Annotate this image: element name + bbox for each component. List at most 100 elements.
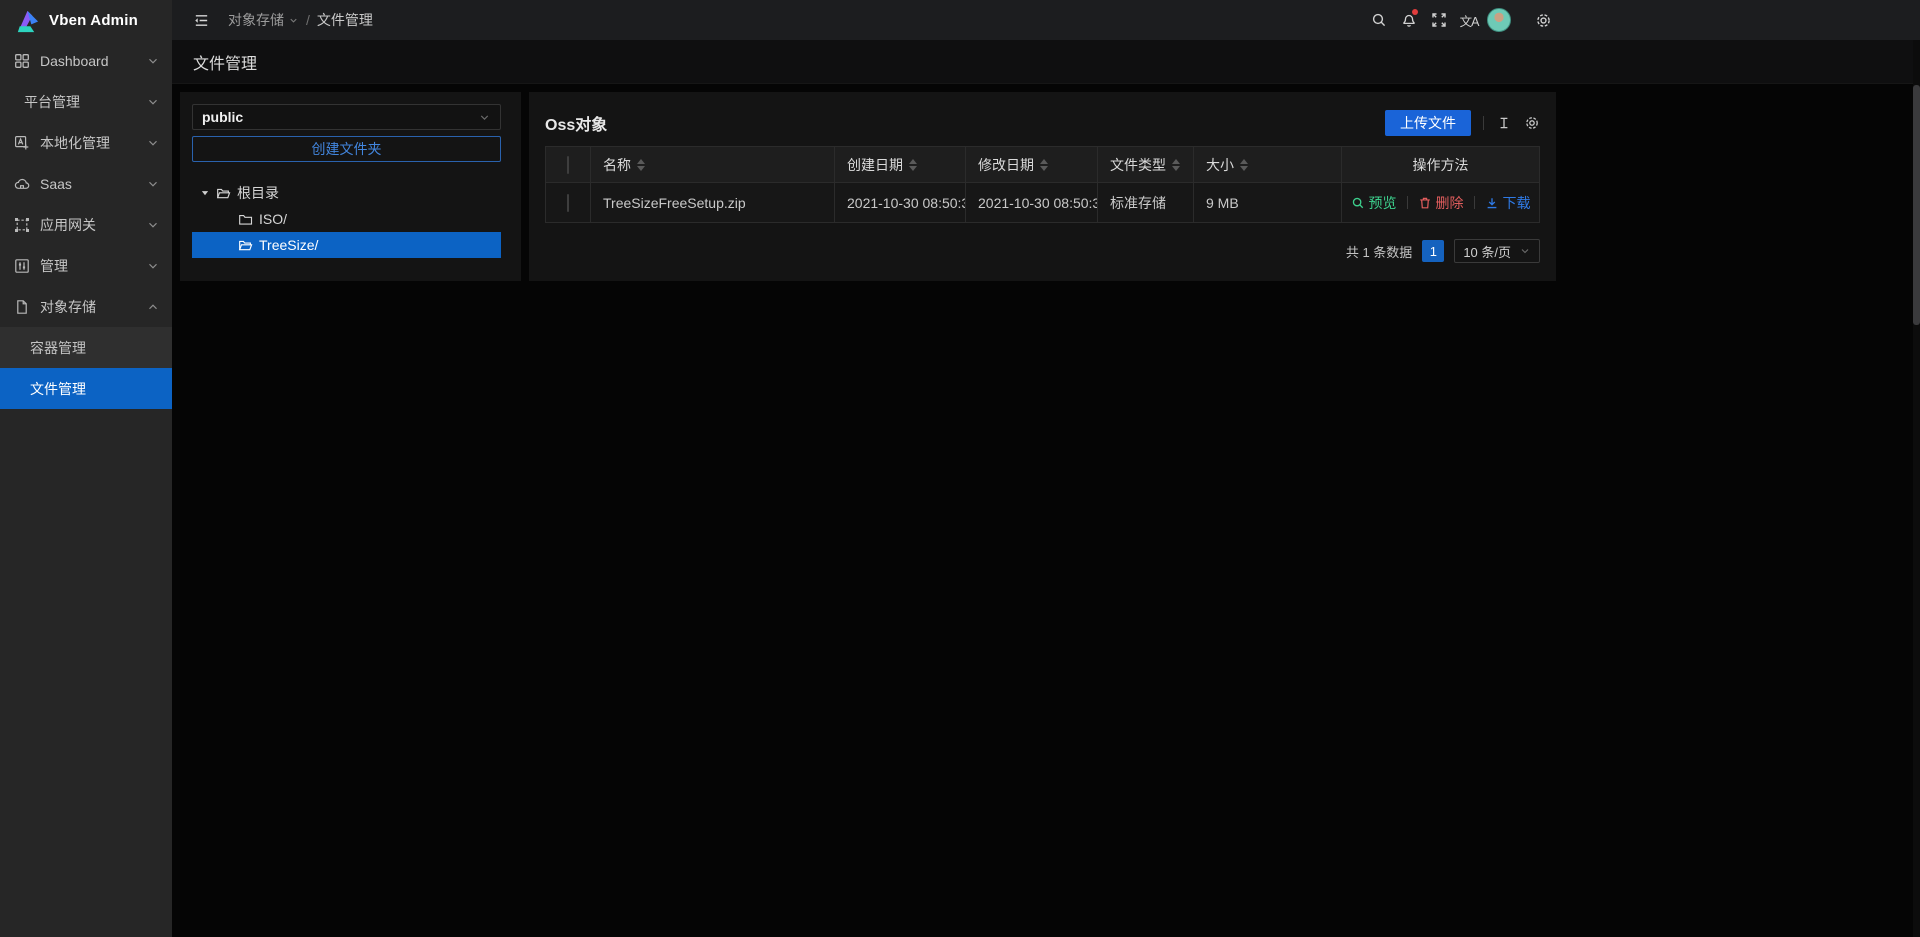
folder-open-icon <box>238 238 253 253</box>
bucket-select-value: public <box>202 109 243 125</box>
page-title-bar: 文件管理 <box>172 40 1920 84</box>
cell-modified-date: 2021-10-30 08:50:36 <box>966 183 1098 223</box>
col-header-size: 大小 <box>1206 155 1234 175</box>
folder-open-icon <box>216 186 231 201</box>
fullscreen-icon[interactable] <box>1424 0 1454 40</box>
delete-action[interactable]: 删除 <box>1418 193 1464 213</box>
col-header-filetype: 文件类型 <box>1110 155 1166 175</box>
cloud-icon <box>14 176 30 192</box>
bucket-select[interactable]: public <box>192 104 501 130</box>
row-checkbox[interactable] <box>567 194 569 212</box>
file-icon <box>14 299 30 315</box>
page-size-select[interactable]: 10 条/页 <box>1454 239 1540 263</box>
chevron-down-icon <box>146 259 160 273</box>
sidebar-item-platform[interactable]: 平台管理 <box>0 81 172 122</box>
folder-tree: 根目录 ISO/ TreeSize/ <box>192 180 501 258</box>
sort-icon[interactable] <box>1040 159 1048 171</box>
page-size-value: 10 条/页 <box>1463 242 1511 261</box>
main-area: 对象存储 / 文件管理 文A <box>172 0 1920 937</box>
sort-icon[interactable] <box>1172 159 1180 171</box>
cell-file-type: 标准存储 <box>1098 183 1194 223</box>
chevron-down-icon <box>1519 245 1531 257</box>
notification-badge <box>1412 9 1418 15</box>
app-title: Vben Admin <box>49 12 138 29</box>
top-header: 对象存储 / 文件管理 文A <box>172 0 1920 40</box>
sidebar-item-label: 管理 <box>40 256 146 276</box>
sidebar-menu: Dashboard 平台管理 本地化管理 <box>0 40 172 409</box>
dashboard-icon <box>14 53 30 69</box>
tree-item-label: TreeSize/ <box>259 237 318 253</box>
cell-created-date: 2021-10-30 08:50:36 <box>835 183 966 223</box>
translate-icon[interactable]: 文A <box>1454 0 1484 40</box>
sidebar-item-dashboard[interactable]: Dashboard <box>0 40 172 81</box>
app-logo[interactable]: Vben Admin <box>0 0 172 40</box>
sidebar-item-label: 平台管理 <box>24 92 146 112</box>
table-header-row: 名称 创建日期 修改日期 文件类型 大小 操作方法 <box>546 147 1540 183</box>
tree-item-iso[interactable]: ISO/ <box>192 206 501 232</box>
page-title: 文件管理 <box>193 50 257 74</box>
sidebar-subitem-label: 容器管理 <box>30 338 86 358</box>
avatar[interactable] <box>1484 0 1514 40</box>
pagination-page-1[interactable]: 1 <box>1422 240 1444 262</box>
sidebar-subitem-container-manage[interactable]: 容器管理 <box>0 327 172 368</box>
row-height-icon[interactable] <box>1496 115 1512 131</box>
column-settings-gear-icon[interactable] <box>1524 115 1540 131</box>
sidebar-item-label: 本地化管理 <box>40 133 146 153</box>
trash-icon <box>1418 196 1432 210</box>
gateway-icon <box>14 217 30 233</box>
chevron-down-icon <box>146 54 160 68</box>
sidebar-item-object-storage[interactable]: 对象存储 <box>0 286 172 327</box>
upload-file-button[interactable]: 上传文件 <box>1385 110 1471 136</box>
preview-action[interactable]: 预览 <box>1351 193 1397 213</box>
sidebar-item-localization[interactable]: 本地化管理 <box>0 122 172 163</box>
scrollbar-thumb[interactable] <box>1913 85 1920 325</box>
col-header-actions: 操作方法 <box>1413 157 1469 173</box>
oss-table: 名称 创建日期 修改日期 文件类型 大小 操作方法 <box>545 146 1540 223</box>
logo-icon <box>13 7 40 34</box>
oss-panel: Oss对象 上传文件 名称 <box>529 92 1556 281</box>
search-icon[interactable] <box>1364 0 1394 40</box>
select-all-checkbox[interactable] <box>567 156 569 174</box>
breadcrumb-page: 文件管理 <box>317 10 373 30</box>
col-header-created: 创建日期 <box>847 155 903 175</box>
action-divider <box>1474 196 1475 209</box>
sort-icon[interactable] <box>637 159 645 171</box>
sidebar-item-manage[interactable]: 管理 <box>0 245 172 286</box>
sort-icon[interactable] <box>909 159 917 171</box>
pagination-total: 共 1 条数据 <box>1346 242 1412 261</box>
sidebar-item-gateway[interactable]: 应用网关 <box>0 204 172 245</box>
scrollbar-track[interactable] <box>1913 40 1920 937</box>
caret-down-icon[interactable] <box>200 188 210 198</box>
sidebar-item-label: Dashboard <box>40 53 146 69</box>
tree-item-treesize[interactable]: TreeSize/ <box>192 232 501 258</box>
sidebar-item-label: 对象存储 <box>40 297 146 317</box>
sidebar: Vben Admin Dashboard 平台管理 <box>0 0 172 937</box>
row-actions: 预览 删除 下载 <box>1342 193 1539 213</box>
sidebar-item-label: Saas <box>40 176 146 192</box>
chevron-down-icon <box>146 95 160 109</box>
breadcrumb-section[interactable]: 对象存储 <box>228 10 299 30</box>
create-folder-button[interactable]: 创建文件夹 <box>192 136 501 162</box>
chevron-down-icon <box>146 136 160 150</box>
menu-fold-icon[interactable] <box>186 5 216 35</box>
sidebar-item-saas[interactable]: Saas <box>0 163 172 204</box>
settings-gear-icon[interactable] <box>1528 0 1558 40</box>
breadcrumb-separator: / <box>306 12 310 28</box>
notification-bell-icon[interactable] <box>1394 0 1424 40</box>
sliders-icon <box>14 258 30 274</box>
header-actions: 文A <box>1364 0 1558 40</box>
folder-icon <box>238 212 253 227</box>
tree-item-label: 根目录 <box>237 183 279 203</box>
folder-panel: public 创建文件夹 根目录 <box>180 92 521 281</box>
chevron-down-icon <box>146 177 160 191</box>
pagination: 共 1 条数据 1 10 条/页 <box>545 239 1540 263</box>
download-icon <box>1485 196 1499 210</box>
breadcrumb: 对象存储 / 文件管理 <box>228 10 373 30</box>
sort-icon[interactable] <box>1240 159 1248 171</box>
download-action[interactable]: 下载 <box>1485 193 1531 213</box>
cell-file-size: 9 MB <box>1194 183 1342 223</box>
table-row: TreeSizeFreeSetup.zip 2021-10-30 08:50:3… <box>546 183 1540 223</box>
tree-item-root[interactable]: 根目录 <box>192 180 501 206</box>
sidebar-subitem-file-manage[interactable]: 文件管理 <box>0 368 172 409</box>
magnifier-icon <box>1351 196 1365 210</box>
